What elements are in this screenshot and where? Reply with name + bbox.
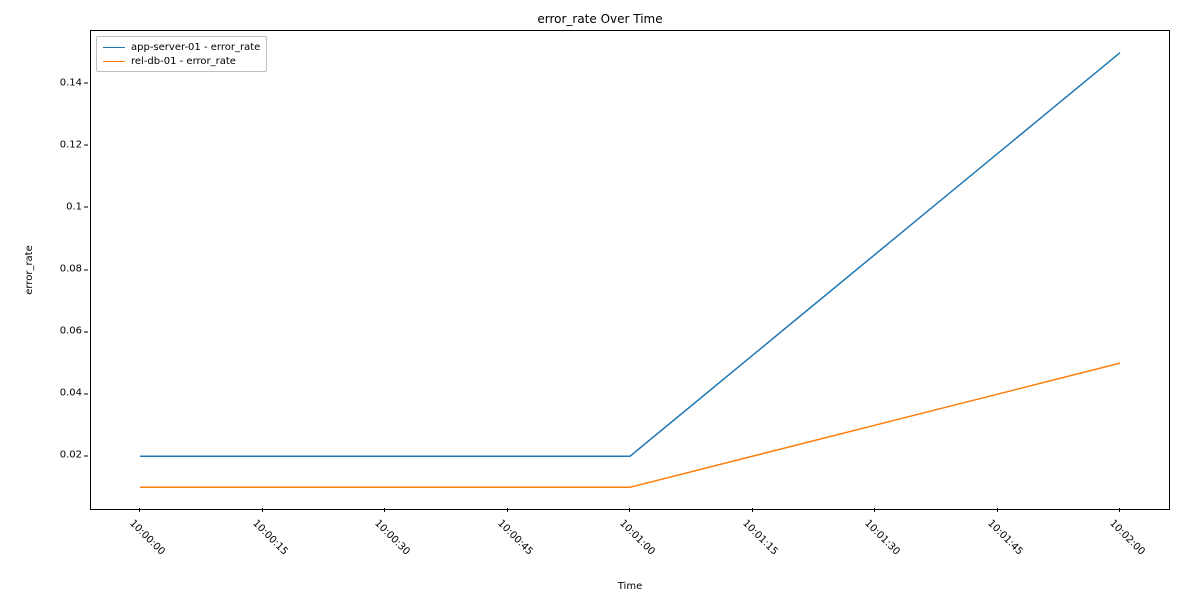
series-line-0 [140,53,1120,457]
legend-swatch-1 [103,61,125,62]
legend-label-1: rel-db-01 - error_rate [131,56,236,67]
y-tick-label: 0.04 [32,388,82,399]
x-tick-mark [874,508,875,512]
x-tick-label: 10:02:00 [1107,518,1147,558]
x-tick-label: 10:01:00 [617,518,657,558]
x-tick-label: 10:00:15 [250,518,290,558]
x-tick-mark [997,508,998,512]
line-series-svg [91,31,1169,509]
figure: error_rate Over Time error_rate app-serv… [0,0,1200,600]
legend: app-server-01 - error_rate rel-db-01 - e… [96,36,267,72]
x-tick-mark [139,508,140,512]
y-tick-label: 0.06 [32,326,82,337]
x-tick-mark [507,508,508,512]
x-tick-mark [384,508,385,512]
legend-entry-1: rel-db-01 - error_rate [103,54,260,68]
x-tick-label: 10:01:30 [862,518,902,558]
x-tick-mark [752,508,753,512]
x-tick-mark [1119,508,1120,512]
y-tick-label: 0.1 [32,201,82,212]
x-tick-label: 10:01:45 [985,518,1025,558]
y-tick-label: 0.08 [32,264,82,275]
legend-label-0: app-server-01 - error_rate [131,42,260,53]
x-tick-label: 10:00:30 [372,518,412,558]
legend-entry-0: app-server-01 - error_rate [103,40,260,54]
x-tick-label: 10:00:00 [127,518,167,558]
x-tick-mark [262,508,263,512]
series-line-1 [140,363,1120,487]
y-tick-label: 0.14 [32,77,82,88]
legend-swatch-0 [103,47,125,48]
x-tick-label: 10:00:45 [495,518,535,558]
x-tick-mark [629,508,630,512]
plot-area [90,30,1170,510]
chart-title: error_rate Over Time [0,12,1200,26]
x-tick-label: 10:01:15 [740,518,780,558]
y-tick-label: 0.12 [32,139,82,150]
x-axis-label: Time [90,581,1170,592]
y-tick-label: 0.02 [32,450,82,461]
